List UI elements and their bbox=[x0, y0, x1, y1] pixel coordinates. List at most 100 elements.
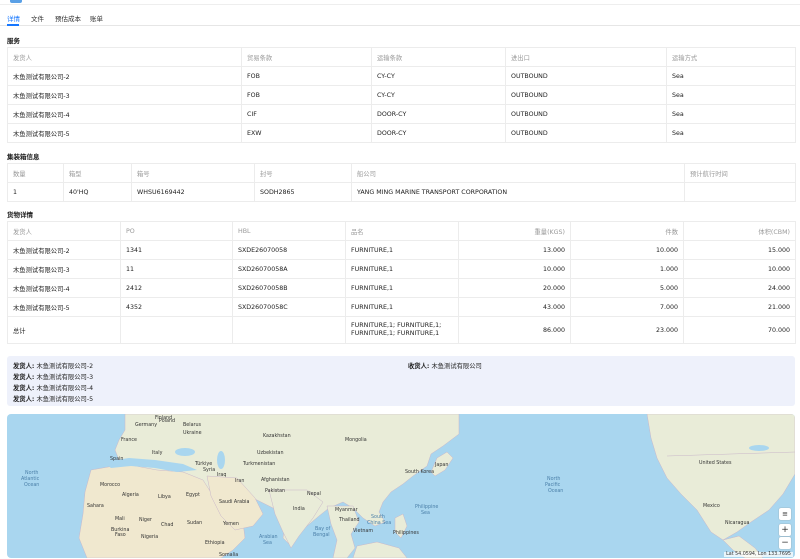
table-cell: FOB bbox=[241, 66, 372, 86]
black-sea bbox=[175, 448, 195, 456]
table-cell: OUTBOUND bbox=[505, 66, 667, 86]
map-label-germany: Germany bbox=[135, 422, 157, 428]
zoom-in-button[interactable]: + bbox=[779, 524, 791, 536]
table-cell: 7.000 bbox=[570, 297, 684, 317]
tab-estimated-cost[interactable]: 预估成本 bbox=[55, 13, 81, 23]
ocean-label: South bbox=[371, 514, 385, 520]
map-label-iran: Iran bbox=[235, 478, 244, 484]
column-header: 封号 bbox=[254, 163, 352, 183]
ocean-label: Atlantic bbox=[21, 476, 40, 482]
ocean-label: Bay of bbox=[315, 526, 331, 532]
consignee-name: 木鱼测试有限公司 bbox=[431, 363, 482, 370]
table-cell: 24.000 bbox=[683, 278, 796, 298]
column-header: 进出口 bbox=[505, 47, 667, 67]
shipper-line: 发货人: 木鱼测试有限公司-2 bbox=[13, 361, 93, 370]
service-table: 发货人 贸易条款 运输条款 进出口 运输方式 木鱼测试有限公司-2 FOB CY… bbox=[7, 47, 796, 143]
map-label-france: France bbox=[121, 437, 137, 443]
total-product-line: FURNITURE,1; FURNITURE,1 bbox=[351, 330, 440, 337]
table-cell: 43.000 bbox=[458, 297, 571, 317]
service-section-title: 服务 bbox=[7, 37, 20, 45]
table-cell: FOB bbox=[241, 85, 372, 105]
table-cell: SODH2865 bbox=[254, 182, 352, 202]
great-lakes bbox=[749, 445, 769, 451]
consignee-label: 收货人: bbox=[408, 363, 430, 370]
column-header: 发货人 bbox=[7, 221, 121, 241]
indonesia-land bbox=[352, 541, 408, 558]
ocean-label: Ocean bbox=[548, 488, 563, 494]
table-cell bbox=[232, 316, 346, 344]
column-header: 重量(KGS) bbox=[458, 221, 571, 241]
table-header-row: 发货人 贸易条款 运输条款 进出口 运输方式 bbox=[7, 47, 796, 67]
table-cell: 20.000 bbox=[458, 278, 571, 298]
table-cell: 2412 bbox=[120, 278, 233, 298]
shipper-label: 发货人: bbox=[13, 385, 35, 392]
total-pieces: 23.000 bbox=[570, 316, 684, 344]
active-tab-indicator bbox=[7, 24, 19, 26]
column-header: 体积(CBM) bbox=[683, 221, 796, 241]
map-label-thailand: Thailand bbox=[338, 517, 360, 523]
map-label-uzbekistan: Uzbekistan bbox=[257, 450, 284, 456]
ocean-label: North bbox=[547, 476, 560, 482]
map-label-yemen: Yemen bbox=[222, 521, 239, 527]
table-cell: SXDE26070058 bbox=[232, 240, 346, 260]
map-label-afghanistan: Afghanistan bbox=[261, 477, 290, 483]
ocean-label: Sea bbox=[263, 540, 272, 546]
table-cell: Sea bbox=[666, 85, 796, 105]
ocean-label: Philippine bbox=[415, 504, 438, 510]
map-label-belarus: Belarus bbox=[183, 422, 202, 428]
shipper-label: 发货人: bbox=[13, 396, 35, 403]
table-total-row: 总计 FURNITURE,1; FURNITURE,1; FURNITURE,1… bbox=[7, 316, 796, 344]
table-cell: Sea bbox=[666, 123, 796, 143]
total-volume: 70.000 bbox=[683, 316, 796, 344]
table-cell: 木鱼测试有限公司-3 bbox=[7, 85, 242, 105]
shipper-name: 木鱼测试有限公司-4 bbox=[36, 385, 94, 392]
table-cell: SXD26070058C bbox=[232, 297, 346, 317]
table-cell: WHSU6169442 bbox=[131, 182, 255, 202]
table-cell: 13.000 bbox=[458, 240, 571, 260]
map-label-nicaragua: Nicaragua bbox=[725, 520, 749, 526]
ocean-label: Pacific bbox=[545, 482, 561, 488]
map-label-india: India bbox=[293, 506, 305, 512]
map-canvas[interactable]: Finland Poland Germany Belarus Ukraine F… bbox=[7, 414, 795, 558]
table-row: 木鱼测试有限公司-2 1341 SXDE26070058 FURNITURE,1… bbox=[7, 240, 796, 260]
column-header: 发货人 bbox=[7, 47, 242, 67]
table-cell: 10.000 bbox=[570, 240, 684, 260]
map-label-philippines: Philippines bbox=[393, 530, 419, 536]
tab-details[interactable]: 详情 bbox=[7, 13, 20, 23]
tab-files[interactable]: 文件 bbox=[31, 13, 44, 23]
map-label-sahara: Sahara bbox=[87, 503, 104, 509]
map-label-sudan: Sudan bbox=[187, 520, 202, 526]
shipper-label: 发货人: bbox=[13, 363, 35, 370]
table-cell: OUTBOUND bbox=[505, 85, 667, 105]
map-label-egypt: Egypt bbox=[186, 492, 200, 498]
ocean-label: Sea bbox=[421, 510, 430, 516]
total-label: 总计 bbox=[7, 316, 121, 344]
table-header-row: 发货人 PO HBL 品名 重量(KGS) 件数 体积(CBM) bbox=[7, 221, 796, 241]
map-label-morocco: Morocco bbox=[100, 482, 120, 488]
layers-icon[interactable]: ≡ bbox=[779, 508, 791, 520]
table-cell: DOOR-CY bbox=[371, 123, 506, 143]
zoom-out-button[interactable]: − bbox=[779, 537, 791, 549]
map-label-kazakhstan: Kazakhstan bbox=[263, 433, 291, 439]
map-label-nepal: Nepal bbox=[307, 491, 321, 497]
map-label-chad: Chad bbox=[161, 522, 173, 528]
table-row: 木鱼测试有限公司-5 EXW DOOR-CY OUTBOUND Sea bbox=[7, 123, 796, 143]
map-label-vietnam: Vietnam bbox=[353, 528, 373, 534]
tab-bill[interactable]: 账单 bbox=[90, 13, 103, 23]
route-map[interactable]: Finland Poland Germany Belarus Ukraine F… bbox=[7, 414, 795, 558]
map-label-italy: Italy bbox=[152, 450, 163, 456]
table-cell: 1341 bbox=[120, 240, 233, 260]
table-cell bbox=[120, 316, 233, 344]
table-cell: 5.000 bbox=[570, 278, 684, 298]
map-label-niger: Niger bbox=[139, 517, 152, 523]
map-label-syria: Syria bbox=[203, 467, 215, 473]
map-label-south-korea: South Korea bbox=[405, 469, 434, 475]
table-cell: 15.000 bbox=[683, 240, 796, 260]
table-cell: Sea bbox=[666, 66, 796, 86]
cargo-table: 发货人 PO HBL 品名 重量(KGS) 件数 体积(CBM) 木鱼测试有限公… bbox=[7, 221, 796, 344]
table-cell: 40'HQ bbox=[63, 182, 132, 202]
column-header: PO bbox=[120, 221, 233, 241]
parties-panel: 发货人: 木鱼测试有限公司-2 发货人: 木鱼测试有限公司-3 发货人: 木鱼测… bbox=[7, 356, 795, 406]
app-logo bbox=[10, 0, 22, 3]
tab-bar: 详情 文件 预估成本 账单 bbox=[0, 10, 800, 26]
